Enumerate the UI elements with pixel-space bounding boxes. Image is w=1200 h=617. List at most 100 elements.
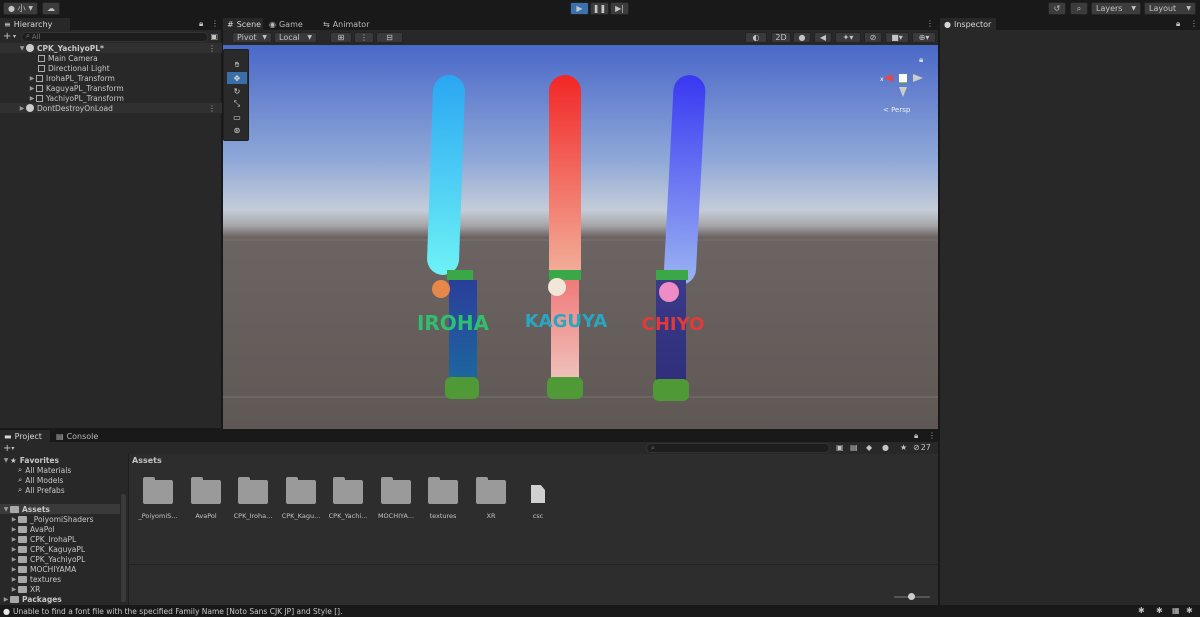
more-icon[interactable]: ⋮ <box>208 104 216 113</box>
create-menu[interactable]: + ▾ <box>3 443 23 454</box>
project-search-input[interactable]: ⌕ <box>646 443 830 453</box>
expand-arrow-icon[interactable]: ▼ <box>18 45 26 52</box>
asset-folder-item[interactable]: ▶ MOCHIYAMA <box>10 564 77 574</box>
more-icon[interactable]: ⋮ <box>211 19 219 28</box>
favorite-item[interactable]: ⌕ All Materials <box>18 465 71 475</box>
history-button[interactable]: ↺ <box>1048 2 1066 15</box>
favorite-item[interactable]: ⌕ All Models <box>18 475 63 485</box>
breadcrumb[interactable]: Assets <box>132 456 162 465</box>
lighting-toggle[interactable]: ● <box>793 32 811 43</box>
effects-dropdown[interactable]: ✦▾ <box>835 32 861 43</box>
search-by-label-icon[interactable]: ▤ <box>850 443 858 452</box>
tab-animator[interactable]: ⇆ Animator <box>319 18 369 30</box>
camera-settings-dropdown[interactable]: ■▾ <box>885 32 909 43</box>
info-icon[interactable]: ● <box>882 443 889 452</box>
asset-folder-item[interactable]: ▶ textures <box>10 574 61 584</box>
collapse-arrow-icon[interactable]: ▶ <box>28 75 36 82</box>
pause-button[interactable]: ❚❚ <box>590 2 609 15</box>
scale-tool-button[interactable]: ⤡ <box>227 98 247 110</box>
hierarchy-row-kaguya[interactable]: ▶ KaguyaPL_Transform <box>0 83 222 93</box>
shading-mode-button[interactable]: ◐ <box>745 32 767 43</box>
lock-icon[interactable]: 🔒︎ <box>1176 19 1180 29</box>
account-dropdown[interactable]: ● 小 ▼ <box>3 2 38 15</box>
hierarchy-search-input[interactable]: ⌕ All <box>21 31 208 42</box>
cloud-button[interactable]: ☁ <box>42 2 60 15</box>
hierarchy-row-dontdestroy[interactable]: ▶ DontDestroyOnLoad ⋮ <box>0 103 222 113</box>
layers-dropdown[interactable]: Layers ▼ <box>1091 2 1141 15</box>
grid-visibility-button[interactable]: ⊟ <box>376 32 403 43</box>
scene-viewport[interactable]: IROHA KAGUYA CHIYO x < Persp 🔒︎ ✋︎ ✥ ↻ ⤡… <box>223 45 938 429</box>
hand-tool-button[interactable]: ✋︎ <box>227 59 247 71</box>
gizmo-lock-icon[interactable]: 🔒︎ <box>919 55 923 65</box>
audio-toggle[interactable]: ◀ <box>814 32 832 43</box>
glowstick-kaguya[interactable]: KAGUYA <box>525 75 608 399</box>
pivot-dropdown[interactable]: Pivot ▼ <box>232 32 272 43</box>
mode-2d-button[interactable]: 2D <box>771 32 791 43</box>
asset-folder-tile[interactable]: CPK_Iroha... <box>230 477 276 520</box>
tree-scrollbar[interactable] <box>121 494 126 602</box>
tab-inspector[interactable]: ● Inspector <box>940 18 996 30</box>
asset-folder-item[interactable]: ▶ AvaPol <box>10 524 55 534</box>
hidden-packages-count[interactable]: ⊘ 27 <box>913 443 931 452</box>
search-by-type-icon[interactable]: ▣ <box>836 443 844 452</box>
hidden-objects-toggle[interactable]: ⊘ <box>864 32 882 43</box>
hierarchy-row-main-camera[interactable]: Main Camera <box>0 53 222 63</box>
tag-icon[interactable]: ◆ <box>866 443 872 452</box>
tab-project[interactable]: ▬ Project <box>0 430 50 442</box>
snap-increment-button[interactable]: ⋮ <box>354 32 374 43</box>
rotate-tool-button[interactable]: ↻ <box>227 85 247 97</box>
search-button[interactable]: ⌕ <box>1070 2 1088 15</box>
more-icon[interactable]: ⋮ <box>928 431 936 440</box>
persp-label[interactable]: < Persp <box>883 106 910 114</box>
status-message[interactable]: Unable to find a font file with the spec… <box>13 607 343 616</box>
packages-root[interactable]: ▶ Packages <box>2 594 62 604</box>
asset-folder-tile[interactable]: MOCHIYA... <box>373 477 419 520</box>
tab-console[interactable]: ▤ Console <box>52 430 102 442</box>
tab-scene[interactable]: # Scene <box>223 18 263 30</box>
hierarchy-row-scene[interactable]: ▼ CPK_YachiyoPL* ⋮ <box>0 43 222 53</box>
asset-folder-tile[interactable]: CPK_Yachi... <box>325 477 371 520</box>
tab-game[interactable]: ◉ Game <box>265 18 309 30</box>
grid-snap-button[interactable]: ⊞ <box>330 32 352 43</box>
layout-dropdown[interactable]: Layout ▼ <box>1144 2 1196 15</box>
lock-icon[interactable]: 🔒︎ <box>199 19 203 29</box>
asset-folder-item[interactable]: ▶ CPK_YachiyoPL <box>10 554 86 564</box>
hierarchy-row-yachiyo[interactable]: ▶ YachiyoPL_Transform <box>0 93 222 103</box>
chevron-down-icon[interactable]: ▾ <box>13 33 21 40</box>
favorites-header[interactable]: ▼ ★ Favorites <box>2 455 59 465</box>
asset-folder-item[interactable]: ▶ _PoiyomiShaders <box>10 514 94 524</box>
star-icon[interactable]: ★ <box>900 443 907 452</box>
scene-filter-icon[interactable]: ▣ <box>208 32 218 41</box>
transform-tool-button[interactable]: ⊛ <box>227 124 247 136</box>
bug-icon[interactable]: ✱ <box>1156 606 1163 615</box>
collapse-arrow-icon[interactable]: ▶ <box>18 105 26 112</box>
glowstick-yachiyo[interactable]: CHIYO <box>642 74 707 401</box>
asset-folder-tile[interactable]: CPK_Kagu... <box>278 477 324 520</box>
asset-folder-tile[interactable]: XR <box>468 477 514 520</box>
move-tool-button[interactable]: ✥ <box>227 72 247 84</box>
add-icon[interactable]: + <box>3 31 13 42</box>
asset-folder-item[interactable]: ▶ CPK_KaguyaPL <box>10 544 85 554</box>
asset-folder-tile[interactable]: AvaPol <box>183 477 229 520</box>
notification-icon[interactable]: ✱ <box>1186 606 1193 615</box>
asset-folder-tile[interactable]: _PoiyomiS... <box>135 477 181 520</box>
assets-root[interactable]: ▼ Assets <box>0 504 120 514</box>
grid-icon[interactable]: ▦ <box>1172 606 1180 615</box>
hierarchy-row-directional-light[interactable]: Directional Light <box>0 63 222 73</box>
more-icon[interactable]: ⋮ <box>926 19 934 28</box>
hierarchy-row-iroha[interactable]: ▶ IrohaPL_Transform <box>0 73 222 83</box>
gizmos-dropdown[interactable]: ⊕▾ <box>912 32 936 43</box>
debug-icon[interactable]: ✱ <box>1138 606 1145 615</box>
collapse-arrow-icon[interactable]: ▶ <box>28 95 36 102</box>
orientation-gizmo[interactable]: x <box>880 73 923 97</box>
more-icon[interactable]: ⋮ <box>208 44 216 53</box>
more-icon[interactable]: ⋮ <box>1190 19 1198 28</box>
glowstick-iroha[interactable]: IROHA <box>417 75 490 399</box>
collapse-arrow-icon[interactable]: ▶ <box>28 85 36 92</box>
step-button[interactable]: ▶| <box>610 2 629 15</box>
rect-tool-button[interactable]: ▭ <box>227 111 247 123</box>
tab-hierarchy[interactable]: ≡ Hierarchy <box>0 18 70 30</box>
zoom-slider-thumb[interactable] <box>908 593 915 600</box>
asset-folder-item[interactable]: ▶ CPK_IrohaPL <box>10 534 77 544</box>
asset-file-tile[interactable]: csc <box>515 485 561 520</box>
